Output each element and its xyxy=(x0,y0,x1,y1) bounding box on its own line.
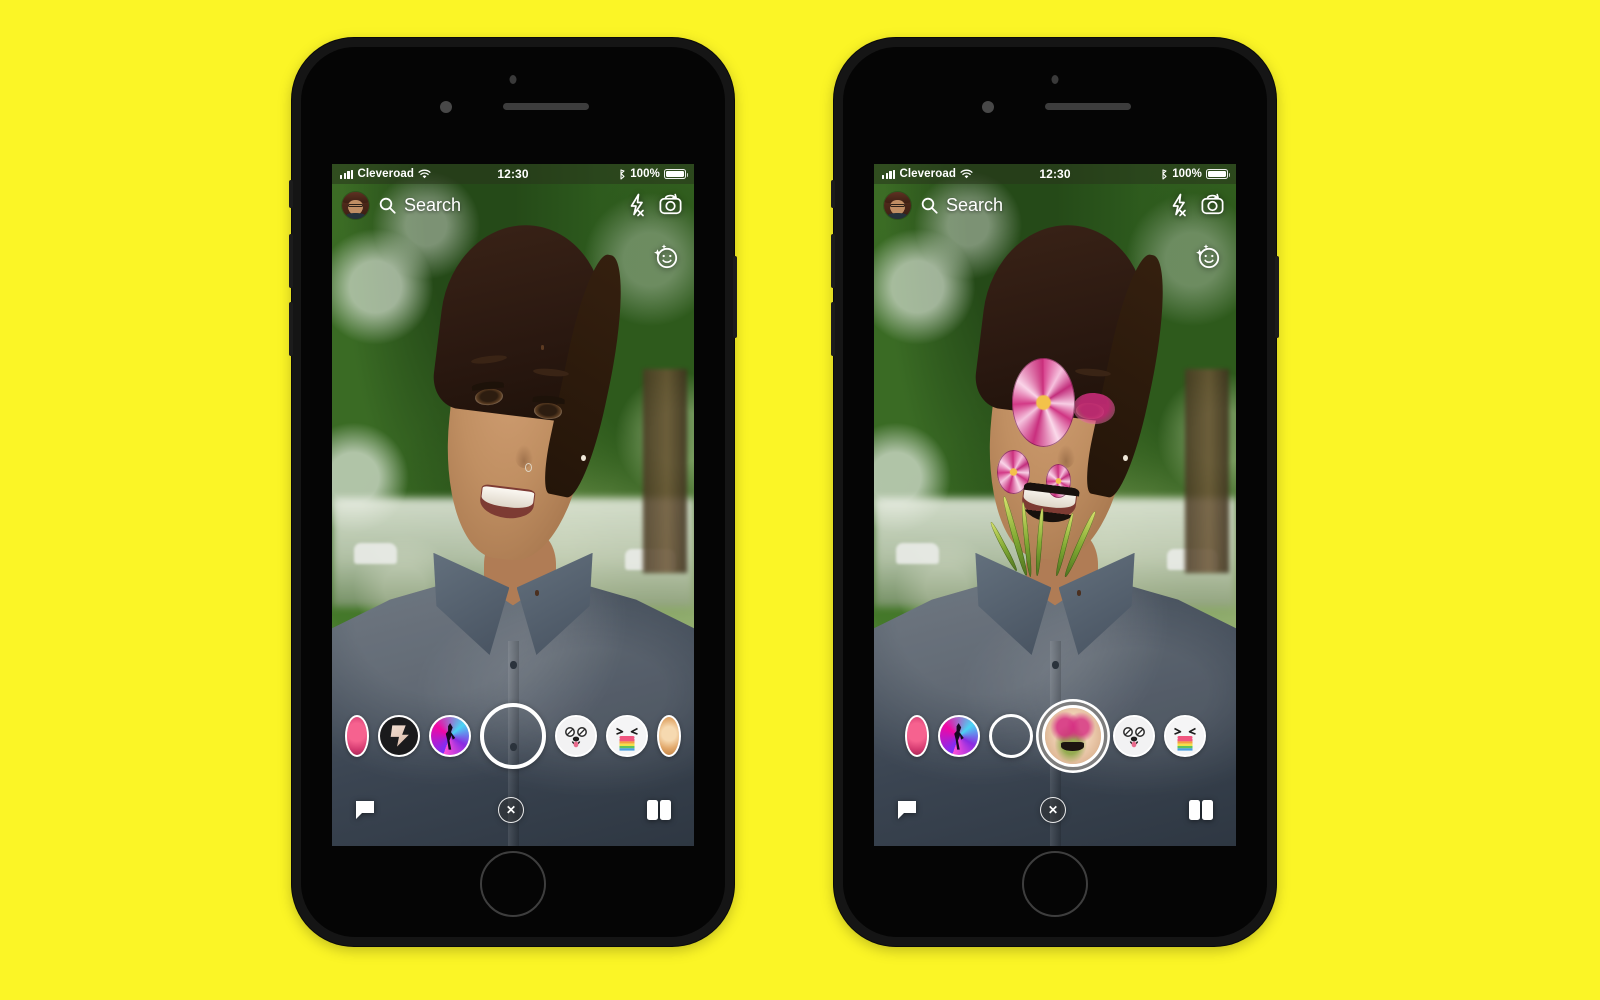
clock-label: 12:30 xyxy=(1039,167,1071,181)
lens-disco[interactable] xyxy=(937,715,980,757)
lens-rainbow[interactable] xyxy=(606,715,648,757)
lens-pink-edge[interactable] xyxy=(345,715,369,757)
phone-right: Cleveroad 12:30 100% Search ✕ xyxy=(831,38,1279,946)
mute-switch[interactable] xyxy=(289,180,293,208)
clock-label: 12:30 xyxy=(497,167,529,181)
flash-off-icon[interactable] xyxy=(1168,193,1190,217)
close-x-icon[interactable]: ✕ xyxy=(1040,797,1066,823)
shutter-button[interactable] xyxy=(480,703,546,769)
mute-switch[interactable] xyxy=(831,180,835,208)
phone-left: Cleveroad 12:30 100% Search ✕ xyxy=(289,38,737,946)
lens-rainbow[interactable] xyxy=(1163,715,1206,757)
snapchat-top-bar: Search xyxy=(332,184,694,226)
battery-full-icon xyxy=(664,168,689,180)
shirt-button xyxy=(1052,661,1059,669)
chat-bubble-icon[interactable] xyxy=(354,799,376,821)
front-camera-icon xyxy=(440,101,452,113)
search-placeholder: Search xyxy=(404,194,462,215)
volume-down-button[interactable] xyxy=(831,302,835,356)
battery-percent-label: 100% xyxy=(1172,168,1203,180)
lens-fox-edge[interactable] xyxy=(657,715,681,757)
bottom-navigation-left: ✕ xyxy=(332,788,694,832)
search-placeholder: Search xyxy=(946,194,1004,215)
stories-cards-icon[interactable] xyxy=(646,799,672,821)
close-x-icon[interactable]: ✕ xyxy=(498,797,524,823)
phone-bezel: Cleveroad 12:30 100% Search ✕ xyxy=(301,47,725,937)
proximity-sensor-icon xyxy=(509,75,517,84)
teeth xyxy=(481,486,536,511)
chest-mole xyxy=(534,590,540,596)
chat-bubble-icon[interactable] xyxy=(896,799,918,821)
ios-status-bar: Cleveroad 12:30 100% xyxy=(332,164,694,184)
volume-down-button[interactable] xyxy=(289,302,293,356)
bitmoji-avatar[interactable] xyxy=(342,191,369,219)
flash-off-icon[interactable] xyxy=(626,193,648,217)
lens-smiley-icon[interactable] xyxy=(651,240,681,275)
lens-floral-face-paint[interactable] xyxy=(1041,705,1104,767)
bluetooth-icon xyxy=(620,168,625,180)
lens-pink-edge[interactable] xyxy=(904,715,929,757)
lens-carousel-right[interactable] xyxy=(874,704,1236,768)
bluetooth-icon xyxy=(1162,168,1167,180)
phone-screen-left: Cleveroad 12:30 100% Search ✕ xyxy=(332,164,694,846)
earpiece-speaker xyxy=(503,103,589,110)
cellular-bars-icon xyxy=(340,169,354,179)
forehead-mole xyxy=(540,345,545,350)
teeth xyxy=(1023,486,1078,511)
phone-screen-right: Cleveroad 12:30 100% Search ✕ xyxy=(874,164,1236,846)
camera-flip-icon[interactable] xyxy=(1199,193,1226,217)
search-bar[interactable]: Search xyxy=(920,195,1159,216)
home-button[interactable] xyxy=(1022,851,1088,917)
earpiece-speaker xyxy=(1045,103,1131,110)
lens-panda[interactable] xyxy=(555,715,597,757)
battery-full-icon xyxy=(1206,168,1231,180)
carrier-label: Cleveroad xyxy=(899,168,956,180)
camera-flip-icon[interactable] xyxy=(657,193,684,217)
shirt-button xyxy=(510,661,517,669)
close-label: ✕ xyxy=(505,803,517,817)
nose xyxy=(1056,444,1075,469)
search-bar[interactable]: Search xyxy=(378,195,617,216)
snapchat-top-bar: Search xyxy=(874,184,1236,226)
volume-up-button[interactable] xyxy=(289,234,293,288)
cellular-bars-icon xyxy=(882,169,896,179)
lens-panda[interactable] xyxy=(1112,715,1155,757)
proximity-sensor-icon xyxy=(1051,75,1059,84)
wifi-icon xyxy=(418,169,431,179)
battery-percent-label: 100% xyxy=(630,168,661,180)
power-button[interactable] xyxy=(1275,256,1279,338)
power-button[interactable] xyxy=(733,256,737,338)
wifi-icon xyxy=(960,169,973,179)
bottom-navigation-right: ✕ xyxy=(874,788,1236,832)
front-camera-icon xyxy=(982,101,994,113)
ios-status-bar: Cleveroad 12:30 100% xyxy=(874,164,1236,184)
lens-dark-figure[interactable] xyxy=(378,715,420,757)
lens-carousel-left[interactable] xyxy=(332,703,694,769)
stories-cards-icon[interactable] xyxy=(1188,799,1214,821)
carrier-label: Cleveroad xyxy=(357,168,414,180)
home-button[interactable] xyxy=(480,851,546,917)
close-label: ✕ xyxy=(1047,803,1059,817)
volume-up-button[interactable] xyxy=(831,234,835,288)
shutter-button[interactable] xyxy=(988,714,1033,758)
lens-disco[interactable] xyxy=(429,715,471,757)
chest-mole xyxy=(1076,590,1082,596)
search-icon xyxy=(379,197,396,214)
bitmoji-avatar[interactable] xyxy=(884,191,911,219)
phone-bezel: Cleveroad 12:30 100% Search ✕ xyxy=(843,47,1267,937)
search-icon xyxy=(921,197,938,214)
lens-smiley-icon[interactable] xyxy=(1193,240,1223,275)
